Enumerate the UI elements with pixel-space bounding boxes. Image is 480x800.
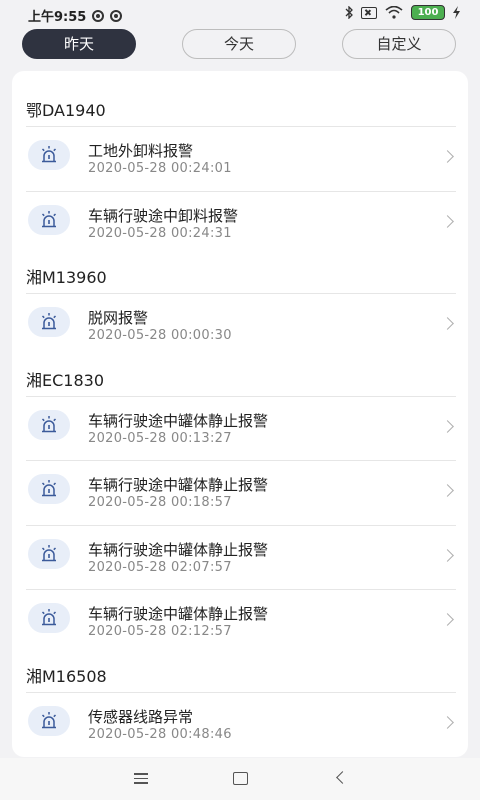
back-icon[interactable] [336, 771, 349, 784]
alarm-time: 2020-05-28 02:12:57 [88, 624, 232, 639]
alarm-time: 2020-05-28 00:48:46 [88, 727, 232, 742]
alarm-title: 车辆行驶途中罐体静止报警 [88, 476, 269, 494]
alarm-title: 车辆行驶途中卸料报警 [88, 207, 239, 225]
alarm-row[interactable]: 脱网报警 2020-05-28 00:00:30 [12, 295, 468, 359]
sync-icon [92, 9, 105, 22]
alarm-title: 传感器线路异常 [88, 708, 194, 726]
status-right: 100 [345, 5, 460, 20]
chevron-right-icon [441, 317, 454, 330]
alarm-time: 2020-05-28 00:18:57 [88, 495, 232, 510]
alarm-title: 车辆行驶途中罐体静止报警 [88, 605, 269, 623]
vehicle-plate: 湘M13960 [26, 268, 107, 287]
chevron-right-icon [441, 716, 454, 729]
alarm-row[interactable]: 工地外卸料报警 2020-05-28 00:24:01 [12, 128, 468, 192]
vehicle-plate: 鄂DA1940 [26, 101, 106, 120]
chevron-right-icon [441, 613, 454, 626]
status-left: 上午9:55 [28, 6, 123, 25]
alarm-row[interactable]: 车辆行驶途中罐体静止报警 2020-05-28 02:07:57 [12, 527, 468, 591]
bluetooth-icon [345, 6, 353, 19]
divider [26, 191, 456, 192]
chevron-right-icon [441, 420, 454, 433]
divider [26, 589, 456, 590]
divider [26, 525, 456, 526]
system-nav-bar [0, 758, 480, 800]
alarm-light-icon [28, 539, 70, 569]
vehicle-plate: 湘M16508 [26, 667, 107, 686]
sync-icon [110, 9, 123, 22]
alarm-time: 2020-05-28 00:13:27 [88, 431, 232, 446]
alarm-title: 车辆行驶途中罐体静止报警 [88, 412, 269, 430]
charging-icon [453, 6, 460, 19]
alarm-light-icon [28, 474, 70, 504]
wifi-icon [385, 6, 403, 19]
battery-icon: 100 [411, 5, 445, 20]
status-time: 上午9:55 [28, 10, 87, 25]
alarm-title: 脱网报警 [88, 309, 149, 327]
alarm-title: 车辆行驶途中罐体静止报警 [88, 541, 269, 559]
alarm-time: 2020-05-28 00:24:31 [88, 226, 232, 241]
alarm-row[interactable]: 车辆行驶途中罐体静止报警 2020-05-28 00:13:27 [12, 398, 468, 462]
chevron-right-icon [441, 150, 454, 163]
alarm-time: 2020-05-28 00:00:30 [88, 328, 232, 343]
alarm-light-icon [28, 307, 70, 337]
alarm-row[interactable]: 车辆行驶途中罐体静止报警 2020-05-28 00:18:57 [12, 462, 468, 526]
alarm-time: 2020-05-28 02:07:57 [88, 560, 232, 575]
alarm-row[interactable]: 车辆行驶途中卸料报警 2020-05-28 00:24:31 [12, 193, 468, 257]
sim-icon [361, 6, 377, 19]
divider [26, 460, 456, 461]
tab-today[interactable]: 今天 [182, 29, 296, 59]
alarm-light-icon [28, 706, 70, 736]
chevron-right-icon [441, 549, 454, 562]
alarm-row[interactable]: 传感器线路异常 2020-05-28 00:48:46 [12, 694, 468, 757]
alarm-light-icon [28, 603, 70, 633]
alarm-title: 工地外卸料报警 [88, 142, 194, 160]
status-bar: 上午9:55 100 [0, 0, 480, 28]
vehicle-plate: 湘EC1830 [26, 371, 105, 390]
alarm-list-card: 鄂DA1940 工地外卸料报警 2020-05-28 00:24:01 车辆行驶… [12, 71, 468, 757]
menu-icon[interactable] [134, 773, 148, 787]
date-tabs: 昨天 今天 自定义 [0, 28, 480, 62]
alarm-light-icon [28, 140, 70, 170]
alarm-time: 2020-05-28 00:24:01 [88, 161, 232, 176]
alarm-light-icon [28, 410, 70, 440]
home-icon[interactable] [233, 772, 248, 785]
alarm-row[interactable]: 车辆行驶途中罐体静止报警 2020-05-28 02:12:57 [12, 591, 468, 655]
chevron-right-icon [441, 484, 454, 497]
chevron-right-icon [441, 215, 454, 228]
divider [26, 126, 456, 127]
alarm-light-icon [28, 205, 70, 235]
tab-custom[interactable]: 自定义 [342, 29, 456, 59]
divider [26, 692, 456, 693]
divider [26, 396, 456, 397]
tab-yesterday[interactable]: 昨天 [22, 29, 136, 59]
divider [26, 293, 456, 294]
